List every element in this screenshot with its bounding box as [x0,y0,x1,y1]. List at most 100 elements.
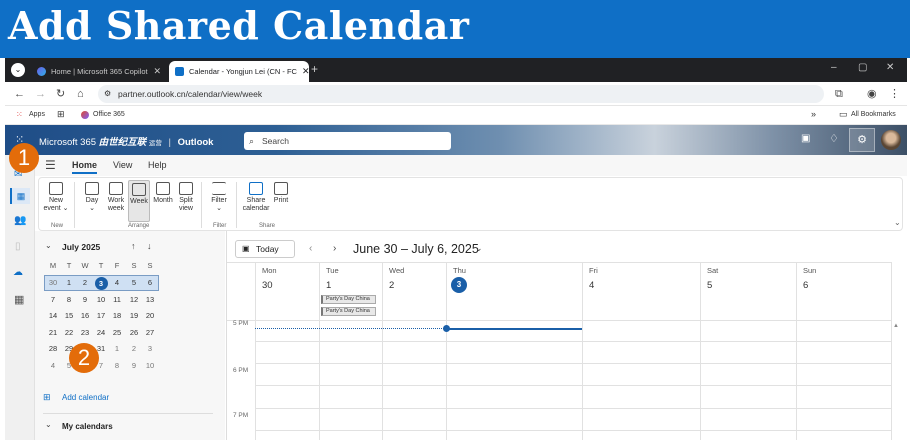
mini-day[interactable]: 25 [109,326,125,340]
mini-day[interactable]: 10 [93,293,109,307]
calendar-rail-button[interactable]: ▦ [10,188,30,204]
mini-day[interactable]: 10 [142,359,158,373]
mini-day[interactable]: 30 [45,276,61,290]
minimize-button[interactable]: – [831,62,837,73]
browser-tab-copilot[interactable]: Home | Microsoft 365 Copilot ✕ [31,61,167,82]
address-bar[interactable]: ⚙ partner.outlook.cn/calendar/view/week [98,85,824,103]
mini-day[interactable]: 22 [61,326,77,340]
my-day-icon[interactable]: ▣ [801,133,810,144]
prev-week-icon[interactable]: ‹ [309,243,312,254]
apps-grid-icon[interactable]: ⁙ [16,110,23,119]
minical-month[interactable]: July 2025 [62,242,100,252]
onedrive-icon[interactable]: ☁ [13,267,23,278]
people-icon[interactable]: 👥 [14,215,26,226]
back-icon[interactable]: ← [14,86,25,102]
mini-day[interactable]: 28 [45,342,61,356]
mini-day[interactable]: 3 [142,342,158,356]
mini-day[interactable]: 18 [109,309,125,323]
mini-day[interactable]: 8 [61,293,77,307]
mini-day[interactable]: 6 [142,276,158,290]
forward-icon[interactable]: → [35,86,46,102]
profile-icon[interactable]: ◉ [867,86,877,102]
all-bookmarks[interactable]: All Bookmarks [851,111,896,118]
tab-help[interactable]: Help [148,160,167,170]
notifications-icon[interactable]: ♢ [829,132,839,145]
week-view-button[interactable]: Week [128,180,150,222]
mini-day[interactable]: 13 [142,293,158,307]
mini-day[interactable]: 4 [45,359,61,373]
scrollbar[interactable]: ▲ [893,323,901,331]
share-calendar-button[interactable]: Share calendar [241,180,271,213]
day-number[interactable]: 1 [326,280,331,291]
collapse-month-icon[interactable]: ⌄ [45,241,52,250]
all-day-event[interactable]: Party's Day China [321,295,376,304]
day-number[interactable]: 4 [589,280,594,291]
date-range-dropdown-icon[interactable]: ⌄ [475,243,483,254]
work-week-button[interactable]: Work week [106,180,126,213]
mini-day[interactable]: 20 [142,309,158,323]
day-view-button[interactable]: Day ⌄ [82,180,102,213]
office-bookmark[interactable]: Office 365 [93,111,125,118]
files-icon[interactable]: ▯ [15,241,21,252]
home-icon[interactable]: ⌂ [77,86,84,102]
more-apps-icon[interactable]: ▦ [14,293,24,306]
mini-day[interactable]: 4 [109,276,125,290]
next-week-icon[interactable]: › [333,243,336,254]
mini-day[interactable]: 14 [45,309,61,323]
mini-day[interactable]: 26 [126,326,142,340]
mini-day[interactable]: 9 [77,293,93,307]
mini-day[interactable]: 9 [126,359,142,373]
tab-groups-icon[interactable]: ⊞ [57,109,65,120]
mini-day[interactable]: 16 [77,309,93,323]
my-calendars-header[interactable]: My calendars [62,422,113,431]
day-number[interactable]: 6 [803,280,808,291]
new-tab-button[interactable]: + [311,62,318,76]
mini-day[interactable]: 24 [93,326,109,340]
new-event-button[interactable]: New event ⌄ [43,180,69,213]
mini-day[interactable]: 23 [77,326,93,340]
mini-day[interactable]: 19 [126,309,142,323]
today-button[interactable]: ▣ Today [235,240,295,258]
mini-day[interactable]: 2 [126,342,142,356]
more-bookmarks[interactable]: » [811,109,816,119]
mini-day[interactable]: 7 [45,293,61,307]
mini-day[interactable]: 11 [109,293,125,307]
close-tab-icon[interactable]: ✕ [153,66,161,77]
browser-menu-icon[interactable]: ⋮ [889,86,900,102]
mini-day[interactable]: 21 [45,326,61,340]
reload-icon[interactable]: ↻ [56,86,65,102]
settings-button[interactable]: ⚙ [849,128,875,152]
date-range-title[interactable]: June 30 – July 6, 2025 [353,242,479,256]
extensions-icon[interactable]: ⧉ [835,86,843,102]
mini-day[interactable]: 2 [77,276,93,290]
day-number[interactable]: 30 [262,280,273,291]
mini-day[interactable]: 8 [109,359,125,373]
suite-brand[interactable]: Microsoft 365 由世纪互联 运营 | Outlook [39,134,213,148]
collapse-my-calendars-icon[interactable]: ⌄ [45,420,52,429]
add-calendar-link[interactable]: Add calendar [62,393,109,402]
prev-month-icon[interactable]: ↑ [131,241,136,251]
day-number[interactable]: 3 [451,277,467,293]
mini-day[interactable]: 5 [126,276,142,290]
ribbon-collapse-icon[interactable]: ⌄ [894,218,901,227]
day-number[interactable]: 5 [707,280,712,291]
close-window-button[interactable]: ✕ [886,62,894,73]
mini-day[interactable]: 17 [93,309,109,323]
mini-day[interactable]: 12 [126,293,142,307]
mini-day[interactable]: 27 [142,326,158,340]
browser-tab-calendar[interactable]: Calendar - Yongjun Lei (CN - FC ✕ [169,61,309,82]
split-view-button[interactable]: Split view [177,180,195,213]
apps-bookmark[interactable]: Apps [29,111,45,118]
month-view-button[interactable]: Month [152,180,174,205]
maximize-button[interactable]: ▢ [858,62,867,73]
close-tab-icon[interactable]: ✕ [302,66,309,77]
day-number[interactable]: 2 [389,280,394,291]
avatar[interactable] [881,130,901,150]
filter-button[interactable]: Filter ⌄ [208,180,230,213]
nav-menu-icon[interactable]: ☰ [45,158,56,172]
mini-day[interactable]: 15 [61,309,77,323]
tab-home[interactable]: Home [72,160,97,170]
search-input[interactable]: ⌕ Search [244,132,451,150]
site-info-icon[interactable]: ⚙ [104,85,111,103]
print-button[interactable]: Print [271,180,291,205]
